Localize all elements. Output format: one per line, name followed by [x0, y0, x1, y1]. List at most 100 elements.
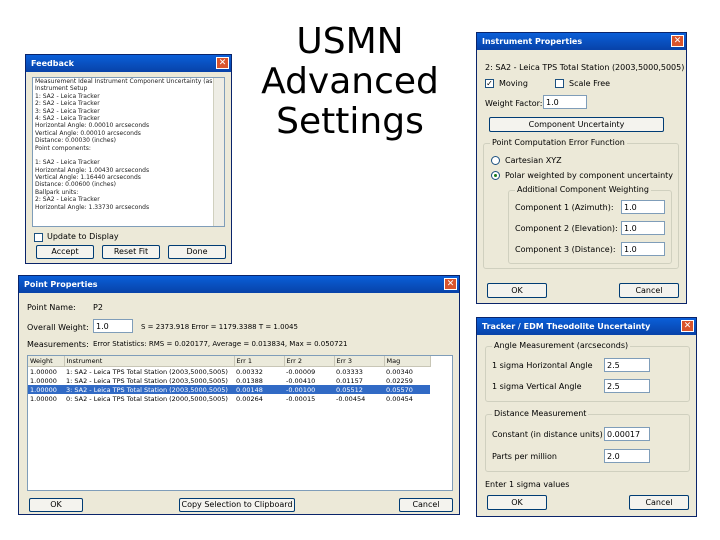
table-cell: 1.00000 [30, 367, 57, 376]
ok-button[interactable]: OK [487, 283, 547, 298]
scale-free-checkbox[interactable] [555, 79, 564, 88]
column-header[interactable]: Weight [28, 356, 65, 367]
update-display-checkbox[interactable] [34, 233, 43, 242]
table-row[interactable]: 1.00000 1: SA2 - Leica TPS Total Station … [28, 367, 430, 377]
cancel-button[interactable]: Cancel [619, 283, 679, 298]
feedback-list[interactable]: Measurement Ideal Instrument Component U… [32, 77, 225, 227]
cancel-button[interactable]: Cancel [629, 495, 689, 510]
table-cell: 1: SA2 - Leica TPS Total Station (2003,5… [66, 367, 228, 376]
update-display-label: Update to Display [47, 232, 119, 241]
table-cell: 0.01157 [336, 376, 363, 385]
table-row[interactable]: 1.00000 0: SA2 - Leica TPS Total Station … [28, 394, 430, 403]
slide-title: USMN Advanced Settings [261, 21, 439, 142]
component-uncertainty-button[interactable]: Component Uncertainty [489, 117, 664, 132]
moving-checkbox[interactable]: ✓ [485, 79, 494, 88]
weight-factor-label: Weight Factor: [485, 99, 543, 108]
constant-input[interactable]: 0.00017 [604, 427, 650, 441]
instrument-title: Instrument Properties [482, 37, 583, 46]
distance-group-label: Distance Measurement [492, 409, 589, 418]
table-cell: 1.00000 [30, 376, 57, 385]
polar-radio[interactable] [491, 171, 500, 180]
component-3-label: Component 3 (Distance): [515, 245, 616, 254]
instrument-name: 2: SA2 - Leica TPS Total Station (2003,5… [485, 63, 685, 72]
angle-measurement-group: Angle Measurement (arcseconds) 1 sigma H… [485, 341, 690, 402]
column-header[interactable]: Instrument [64, 356, 235, 367]
reset-fit-button[interactable]: Reset Fit [102, 245, 160, 259]
table-cell: 0.05570 [384, 385, 430, 394]
feedback-line: 3: SA2 - Leica Tracker [35, 107, 100, 115]
vertical-angle-input[interactable]: 2.5 [604, 379, 650, 393]
weight-factor-input[interactable]: 1.0 [543, 95, 587, 109]
column-header[interactable]: Err 2 [284, 356, 335, 367]
component-1-label: Component 1 (Azimuth): [515, 203, 614, 212]
close-icon[interactable]: ✕ [671, 35, 684, 47]
measurements-grid: Weight Instrument Err 1 Err 2 Err 3 Mag 1.000… [28, 356, 431, 403]
table-cell: -0.00454 [336, 394, 366, 403]
table-cell: -0.00009 [286, 367, 316, 376]
ppm-label: Parts per million [492, 452, 557, 461]
close-icon[interactable]: ✕ [216, 57, 229, 69]
feedback-line [33, 152, 224, 159]
ok-button[interactable]: OK [29, 498, 83, 512]
ppm-input[interactable]: 2.0 [604, 449, 650, 463]
table-cell: 0.03333 [336, 367, 363, 376]
table-cell: -0.00100 [284, 385, 334, 394]
table-cell: 0.00332 [236, 367, 263, 376]
vertical-angle-label: 1 sigma Vertical Angle [492, 382, 582, 391]
feedback-line: Distance: 0.00030 (inches) [35, 137, 116, 145]
component-2-input[interactable]: 1.0 [621, 221, 665, 235]
feedback-line: Horizontal Angle: 0.00010 arcseconds [35, 122, 150, 130]
point-title: Point Properties [24, 280, 98, 289]
error-stats: Error Statistics: RMS = 0.020177, Averag… [93, 340, 348, 348]
close-icon[interactable]: ✕ [444, 278, 457, 290]
measurements-table[interactable]: Weight Instrument Err 1 Err 2 Err 3 Mag 1.000… [27, 355, 453, 491]
overall-weight-input[interactable]: 1.0 [93, 319, 133, 333]
column-header[interactable]: Mag [384, 356, 431, 367]
error-function-group: Point Computation Error Function Cartesi… [483, 138, 679, 269]
table-cell: 0.00264 [236, 394, 263, 403]
close-icon[interactable]: ✕ [681, 320, 694, 332]
angle-group-label: Angle Measurement (arcseconds) [492, 341, 631, 350]
horizontal-angle-input[interactable]: 2.5 [604, 358, 650, 372]
table-cell: -0.00410 [286, 376, 316, 385]
feedback-line: 2: SA2 - Leica Tracker [35, 100, 100, 108]
component-2-label: Component 2 (Elevation): [515, 224, 618, 233]
copy-selection-button[interactable]: Copy Selection to Clipboard [179, 498, 295, 512]
instrument-titlebar: Instrument Properties ✕ [477, 33, 686, 50]
scale-free-label: Scale Free [569, 79, 611, 88]
table-cell: 0.02259 [386, 376, 413, 385]
table-row[interactable]: 1.00000 3: SA2 - Leica TPS Total Station … [28, 385, 430, 394]
column-header[interactable]: Err 3 [334, 356, 385, 367]
component-1-input[interactable]: 1.0 [621, 200, 665, 214]
constant-label: Constant (in distance units) [492, 430, 603, 439]
done-button[interactable]: Done [168, 245, 226, 259]
column-header[interactable]: Err 1 [234, 356, 285, 367]
accept-button[interactable]: Accept [36, 245, 94, 259]
horizontal-angle-label: 1 sigma Horizontal Angle [492, 361, 593, 370]
table-cell: 3: SA2 - Leica TPS Total Station (2003,5… [64, 385, 234, 394]
error-function-group-label: Point Computation Error Function [490, 138, 627, 147]
cancel-button[interactable]: Cancel [399, 498, 453, 512]
cartesian-radio[interactable] [491, 156, 500, 165]
component-weighting-label: Additional Component Weighting [515, 185, 651, 194]
feedback-line: Instrument Setup [35, 85, 88, 93]
feedback-title: Feedback [31, 59, 74, 68]
table-cell: 0: SA2 - Leica TPS Total Station (2000,5… [66, 394, 228, 403]
table-cell: 1: SA2 - Leica TPS Total Station (2003,5… [66, 376, 228, 385]
point-properties-window: Point Properties ✕ Point Name: P2 Overal… [18, 275, 460, 515]
feedback-line: Vertical Angle: 0.00010 arcseconds [35, 129, 141, 137]
tracker-titlebar: Tracker / EDM Theodolite Uncertainty ✕ [477, 318, 696, 335]
vertical-scrollbar[interactable] [213, 78, 224, 226]
table-cell: -0.00015 [286, 394, 316, 403]
footer-hint: Enter 1 sigma values [485, 480, 570, 489]
cartesian-label: Cartesian XYZ [505, 156, 562, 165]
feedback-line: Horizontal Angle: 1.33730 arcseconds [35, 203, 150, 211]
table-cell: 0.00340 [386, 367, 413, 376]
component-3-input[interactable]: 1.0 [621, 242, 665, 256]
weight-info: S = 2373.918 Error = 1179.3388 T = 1.004… [141, 323, 298, 331]
table-row[interactable]: 1.00000 1: SA2 - Leica TPS Total Station … [28, 376, 430, 385]
point-name-value: P2 [93, 303, 103, 312]
table-cell: 1.00000 [30, 394, 57, 403]
ok-button[interactable]: OK [487, 495, 547, 510]
polar-label: Polar weighted by component uncertainty [505, 171, 674, 180]
